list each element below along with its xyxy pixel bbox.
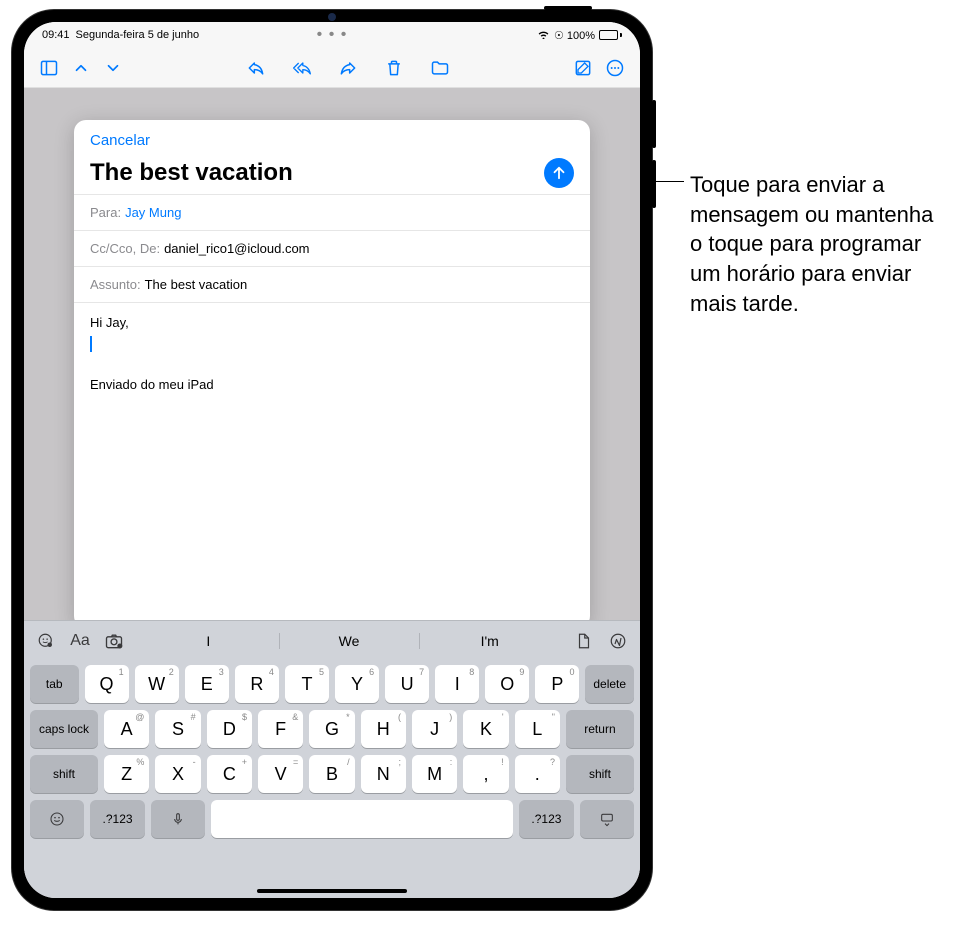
- key-j[interactable]: )J: [412, 710, 457, 748]
- key-hide-keyboard[interactable]: [580, 800, 634, 838]
- key-g[interactable]: *G: [309, 710, 354, 748]
- reply-all-icon[interactable]: [289, 55, 315, 81]
- mail-toolbar: [24, 48, 640, 88]
- key-symbols-right[interactable]: .?123: [519, 800, 573, 838]
- keyboard: Aa I We I'm: [24, 620, 640, 898]
- key-row-3: shift %Z -X +C =V /B ;N :M !, ?. shift: [30, 755, 634, 793]
- key-o[interactable]: 9O: [485, 665, 529, 703]
- key-e[interactable]: 3E: [185, 665, 229, 703]
- sidebar-toggle-icon[interactable]: [36, 55, 62, 81]
- key-q[interactable]: 1Q: [85, 665, 129, 703]
- forward-icon[interactable]: [335, 55, 361, 81]
- emoji-search-icon[interactable]: [32, 627, 60, 655]
- key-x[interactable]: -X: [155, 755, 200, 793]
- status-time: 09:41: [42, 29, 70, 41]
- scan-document-icon[interactable]: [570, 627, 598, 655]
- key-row-1: tab 1Q 2W 3E 4R 5T 6Y 7U 8I 9O 0P delete: [30, 665, 634, 703]
- key-capslock[interactable]: caps lock: [30, 710, 98, 748]
- key-dictation[interactable]: [151, 800, 205, 838]
- key-shift-right[interactable]: shift: [566, 755, 634, 793]
- cc-field[interactable]: Cc/Cco, De: daniel_rico1@icloud.com: [74, 230, 590, 266]
- key-tab[interactable]: tab: [30, 665, 79, 703]
- key-emoji[interactable]: [30, 800, 84, 838]
- battery-icon: [599, 30, 622, 40]
- key-period[interactable]: ?.: [515, 755, 560, 793]
- compose-title: The best vacation: [90, 159, 293, 187]
- key-t[interactable]: 5T: [285, 665, 329, 703]
- front-camera: [328, 13, 336, 21]
- compose-icon[interactable]: [570, 55, 596, 81]
- subject-value: The best vacation: [145, 277, 248, 292]
- key-p[interactable]: 0P: [535, 665, 579, 703]
- key-shift-left[interactable]: shift: [30, 755, 98, 793]
- text-format-icon[interactable]: Aa: [66, 627, 94, 655]
- to-field[interactable]: Para: Jay Mung: [74, 194, 590, 230]
- key-delete[interactable]: delete: [585, 665, 634, 703]
- cancel-button[interactable]: Cancelar: [90, 132, 150, 149]
- camera-icon[interactable]: [100, 627, 128, 655]
- ipad-frame: 09:41 Segunda-feira 5 de junho • • • ☉ 1…: [12, 10, 652, 910]
- to-label: Para:: [90, 205, 121, 220]
- wifi-icon: [537, 29, 550, 42]
- key-a[interactable]: @A: [104, 710, 149, 748]
- power-button: [544, 6, 592, 10]
- more-icon[interactable]: [602, 55, 628, 81]
- cc-label: Cc/Cco, De:: [90, 241, 160, 256]
- key-y[interactable]: 6Y: [335, 665, 379, 703]
- key-symbols-left[interactable]: .?123: [90, 800, 144, 838]
- key-return[interactable]: return: [566, 710, 634, 748]
- text-cursor: [90, 336, 92, 352]
- key-l[interactable]: "L: [515, 710, 560, 748]
- chevron-down-icon[interactable]: [100, 55, 126, 81]
- markup-icon[interactable]: [604, 627, 632, 655]
- suggestion-2[interactable]: We: [279, 627, 420, 655]
- reply-icon[interactable]: [243, 55, 269, 81]
- status-bar: 09:41 Segunda-feira 5 de junho • • • ☉ 1…: [24, 22, 640, 48]
- suggestion-bar: Aa I We I'm: [24, 621, 640, 661]
- key-space[interactable]: [211, 800, 513, 838]
- key-i[interactable]: 8I: [435, 665, 479, 703]
- volume-up-button: [652, 100, 656, 148]
- key-u[interactable]: 7U: [385, 665, 429, 703]
- folder-icon[interactable]: [427, 55, 453, 81]
- multitask-indicator[interactable]: • • •: [317, 26, 348, 44]
- send-button[interactable]: [544, 158, 574, 188]
- subject-field[interactable]: Assunto: The best vacation: [74, 266, 590, 302]
- cc-value: daniel_rico1@icloud.com: [164, 241, 309, 256]
- key-r[interactable]: 4R: [235, 665, 279, 703]
- subject-label: Assunto:: [90, 277, 141, 292]
- trash-icon[interactable]: [381, 55, 407, 81]
- key-row-4: .?123 .?123: [30, 800, 634, 838]
- volume-down-button: [652, 160, 656, 208]
- body-greeting: Hi Jay,: [90, 315, 574, 330]
- key-n[interactable]: ;N: [361, 755, 406, 793]
- battery-percent: ☉ 100%: [554, 29, 595, 42]
- compose-sheet: Cancelar The best vacation Para: Jay Mun…: [74, 120, 590, 628]
- key-s[interactable]: #S: [155, 710, 200, 748]
- chevron-up-icon[interactable]: [68, 55, 94, 81]
- key-row-2: caps lock @A #S $D &F *G (H )J 'K "L ret…: [30, 710, 634, 748]
- key-m[interactable]: :M: [412, 755, 457, 793]
- key-v[interactable]: =V: [258, 755, 303, 793]
- key-z[interactable]: %Z: [104, 755, 149, 793]
- home-indicator[interactable]: [257, 889, 407, 893]
- key-f[interactable]: &F: [258, 710, 303, 748]
- key-k[interactable]: 'K: [463, 710, 508, 748]
- key-b[interactable]: /B: [309, 755, 354, 793]
- status-date: Segunda-feira 5 de junho: [76, 29, 200, 41]
- key-c[interactable]: +C: [207, 755, 252, 793]
- key-comma[interactable]: !,: [463, 755, 508, 793]
- signature-text: Enviado do meu iPad: [90, 377, 574, 392]
- to-value[interactable]: Jay Mung: [125, 205, 181, 220]
- suggestion-1[interactable]: I: [138, 627, 279, 655]
- callout-text: Toque para enviar a mensagem ou mantenha…: [690, 170, 940, 318]
- key-d[interactable]: $D: [207, 710, 252, 748]
- key-w[interactable]: 2W: [135, 665, 179, 703]
- suggestion-3[interactable]: I'm: [419, 627, 560, 655]
- key-h[interactable]: (H: [361, 710, 406, 748]
- body-input[interactable]: Hi Jay, Enviado do meu iPad: [74, 302, 590, 628]
